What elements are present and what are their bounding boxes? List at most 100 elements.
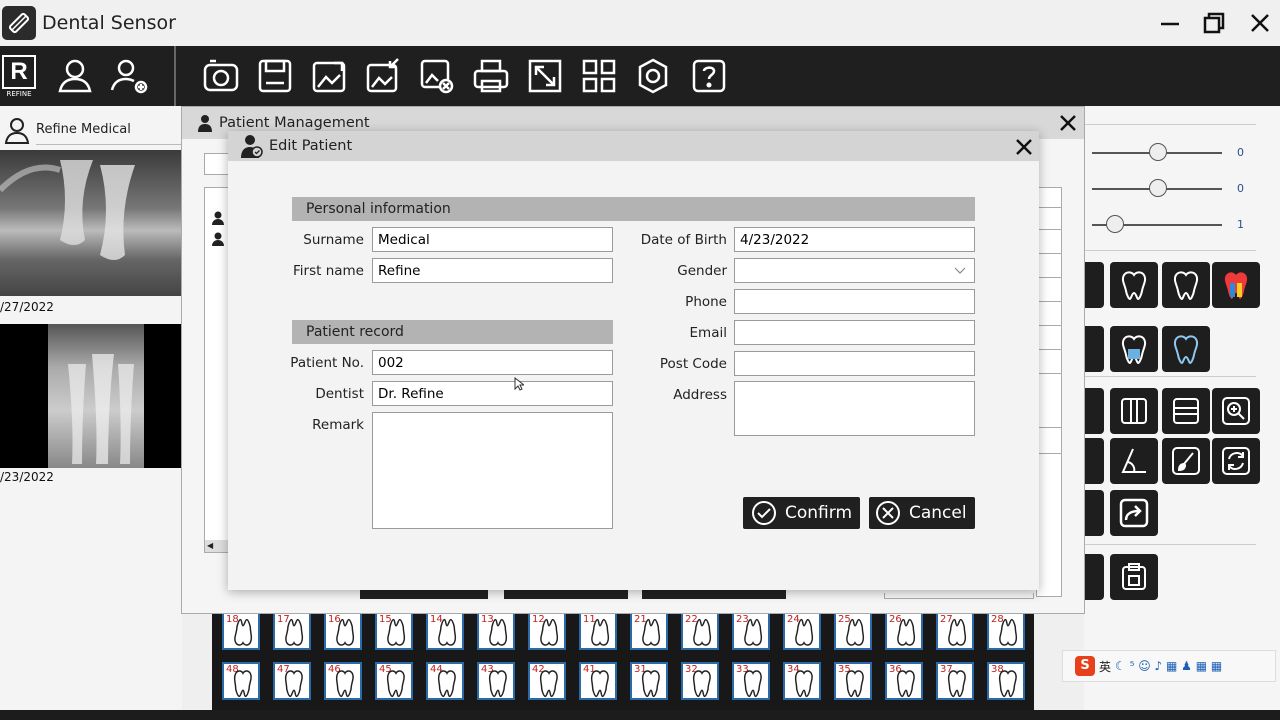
phone-field[interactable] [734,289,975,314]
dob-field[interactable] [734,227,975,252]
tooth-16[interactable]: 16 [324,612,362,650]
tooth-color-icon[interactable] [1212,262,1260,308]
settings-icon[interactable] [630,53,676,99]
fullscreen-icon[interactable] [522,53,568,99]
first-name-field[interactable] [372,258,613,283]
tooth-root-icon[interactable] [1162,326,1210,372]
xray-thumbnail[interactable] [0,324,182,468]
tooth-33[interactable]: 33 [732,662,770,700]
redo-icon[interactable] [1110,490,1158,536]
tooth-34[interactable]: 34 [783,662,821,700]
tooth-outline-icon[interactable] [1110,262,1158,308]
tooth-27[interactable]: 27 [936,612,974,650]
help-icon[interactable] [686,53,732,99]
current-patient-name: Refine Medical [36,122,131,137]
email-field[interactable] [734,320,975,345]
brush-icon[interactable] [1162,438,1210,484]
cancel-button[interactable]: Cancel [869,497,975,529]
dentist-field[interactable] [372,381,613,406]
tooth-35[interactable]: 35 [834,662,872,700]
slider-knob[interactable] [1149,143,1167,161]
tooth-47[interactable]: 47 [273,662,311,700]
patient-icon[interactable] [52,53,98,99]
address-field[interactable] [734,381,975,436]
tooth-26[interactable]: 26 [885,612,923,650]
export-image-icon[interactable] [306,53,352,99]
remark-field[interactable] [372,412,613,529]
split-vertical-icon[interactable] [1110,388,1158,434]
maximize-button[interactable] [1196,6,1232,40]
patient-no-label: Patient No. [290,355,364,371]
tooth-17[interactable]: 17 [273,612,311,650]
tooth-icon [693,618,712,646]
close-window-button[interactable] [1242,6,1278,40]
teeth-chart: 18 17 16 15 14 13 12 11 21 22 23 24 25 26 27 28 48 47 46 45… [212,606,1034,710]
tooth-icon [234,618,253,646]
minimize-button[interactable] [1152,6,1188,40]
tooth-icon [335,670,354,698]
tooth-37[interactable]: 37 [936,662,974,700]
tooth-32[interactable]: 32 [681,662,719,700]
ime-toolbar[interactable]: S 英 ☾ ⁵ ☺ ♪ ▦ ♟ ▦ ▦ [1062,650,1276,682]
layout-grid-icon[interactable] [576,53,622,99]
zoom-in-icon[interactable] [1212,388,1260,434]
clipboard-icon[interactable] [1110,554,1158,600]
split-horizontal-icon[interactable] [1162,388,1210,434]
image-date: /23/2022 [0,470,54,484]
tooth-filter-blue-icon[interactable] [1110,326,1158,372]
post-code-field[interactable] [734,351,975,376]
tooth-15[interactable]: 15 [375,612,413,650]
tooth-11[interactable]: 11 [579,612,617,650]
tooth-41[interactable]: 41 [579,662,617,700]
tooth-icon [795,618,814,646]
tooth-25[interactable]: 25 [834,612,872,650]
close-icon[interactable] [1058,113,1078,137]
tooth-13[interactable]: 13 [477,612,515,650]
tooth-icon [540,618,559,646]
import-image-icon[interactable] [360,53,406,99]
main-toolbar: R REFINE [0,46,1280,106]
slider-knob[interactable] [1106,215,1124,233]
tooth-icon [744,618,763,646]
tooth-18[interactable]: 18 [222,612,260,650]
tooth-42[interactable]: 42 [528,662,566,700]
camera-icon[interactable] [198,53,244,99]
close-icon[interactable] [1014,137,1034,161]
tooth-icon [437,670,456,698]
tooth-45[interactable]: 45 [375,662,413,700]
tooth-31[interactable]: 31 [630,662,668,700]
tooth-43[interactable]: 43 [477,662,515,700]
save-icon[interactable] [252,53,298,99]
angle-icon[interactable] [1110,438,1158,484]
ime-language[interactable]: 英 [1099,658,1111,675]
tooth-21[interactable]: 21 [630,612,668,650]
tooth-14[interactable]: 14 [426,612,464,650]
tooth-36[interactable]: 36 [885,662,923,700]
tooth-icon [948,618,967,646]
tooth-icon [794,670,813,698]
delete-image-icon[interactable] [414,53,460,99]
tooth-46[interactable]: 46 [324,662,362,700]
tooth-24[interactable]: 24 [783,612,821,650]
tooth-44[interactable]: 44 [426,662,464,700]
tooth-28[interactable]: 28 [987,612,1025,650]
surname-field[interactable] [372,227,613,252]
edit-patient-dialog: Edit Patient Personal information Surnam… [228,131,1039,590]
refine-logo-icon[interactable]: R REFINE [2,55,36,99]
tooth-icon[interactable] [1162,262,1210,308]
confirm-button[interactable]: Confirm [743,497,860,529]
print-icon[interactable] [468,53,514,99]
tooth-22[interactable]: 22 [681,612,719,650]
rotate-icon[interactable] [1212,438,1260,484]
gender-select[interactable] [734,258,975,283]
tooth-38[interactable]: 38 [987,662,1025,700]
tooth-23[interactable]: 23 [732,612,770,650]
patient-no-field[interactable] [372,350,613,375]
tooth-icon [387,618,406,646]
slider-value: 0 [1237,182,1244,195]
xray-thumbnail[interactable] [0,150,182,296]
add-patient-icon[interactable] [106,53,152,99]
tooth-48[interactable]: 48 [222,662,260,700]
tooth-12[interactable]: 12 [528,612,566,650]
slider-knob[interactable] [1149,179,1167,197]
